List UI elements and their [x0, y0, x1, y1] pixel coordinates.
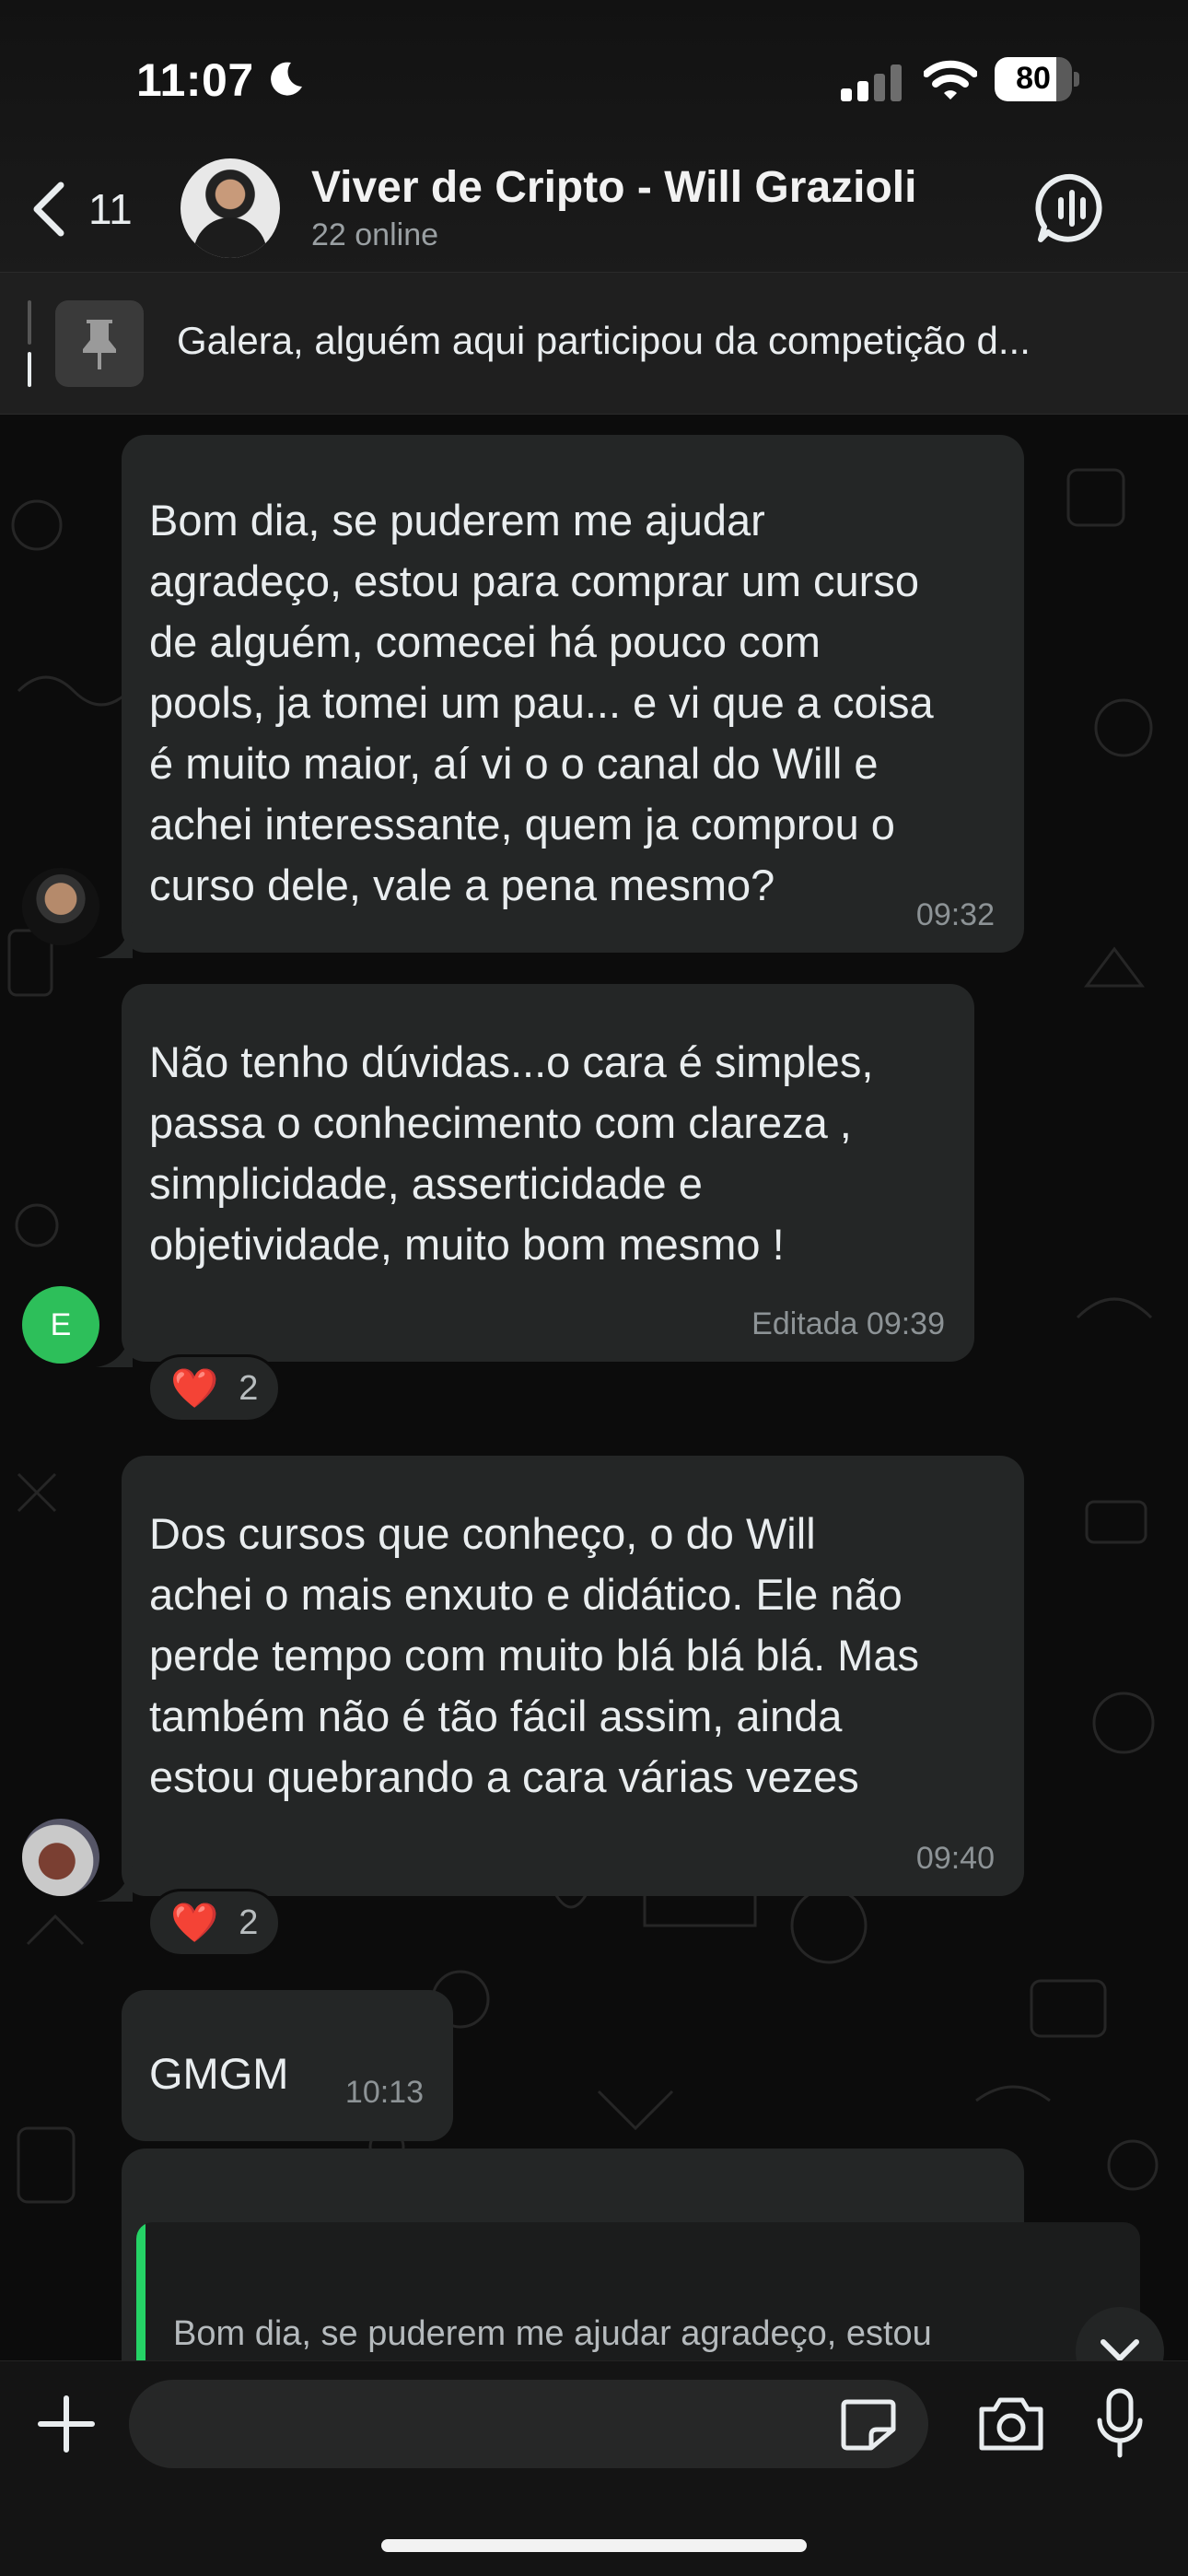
heart-reaction-icon: ❤️: [170, 1365, 219, 1410]
quoted-text: Bom dia, se puderem me ajudar agradeço, …: [173, 2314, 932, 2353]
battery-percent: 80: [1016, 61, 1051, 96]
group-avatar[interactable]: [181, 158, 280, 258]
microphone-icon[interactable]: [1096, 2387, 1144, 2459]
moon-icon: [271, 62, 302, 96]
camera-icon[interactable]: [976, 2395, 1046, 2453]
sender-avatar[interactable]: E: [22, 1286, 99, 1364]
unread-count: 11: [88, 185, 133, 233]
chat-header: 11:07 80 11 Viver de Cripto - Will Grazi…: [0, 0, 1188, 273]
pin-icon: [55, 300, 144, 387]
message-bubble[interactable]: Bom dia, se puderem me ajudar agradeço, …: [122, 435, 1024, 953]
sticker-icon[interactable]: [840, 2398, 897, 2452]
pinned-indicator: [28, 300, 33, 387]
message-time: 10:13: [344, 2075, 424, 2110]
quote-accent-bar: [136, 2222, 146, 2360]
message-bubble[interactable]: GMGM 10:13: [122, 1990, 453, 2141]
status-time: 11:07: [136, 54, 254, 106]
plus-icon[interactable]: [37, 2395, 96, 2453]
group-call-icon[interactable]: [1035, 171, 1109, 245]
message-text: Dos cursos que conheço, o do Will achei …: [149, 1509, 919, 1801]
message-time: 09:32: [915, 897, 995, 932]
bubble-tail: [96, 1330, 133, 1367]
pinned-message-banner[interactable]: Galera, alguém aqui participou da compet…: [0, 273, 1188, 415]
quoted-message[interactable]: Bom dia, se puderem me ajudar agradeço, …: [136, 2222, 1140, 2360]
reaction-count: 2: [239, 1903, 259, 1942]
reaction-count: 2: [239, 1368, 259, 1408]
message-text: Bom dia, se puderem me ajudar agradeço, …: [149, 496, 934, 909]
message-bubble[interactable]: Dos cursos que conheço, o do Will achei …: [122, 1456, 1024, 1896]
chevron-left-icon: [33, 181, 64, 237]
message-input[interactable]: [129, 2380, 928, 2468]
back-button[interactable]: 11: [28, 175, 147, 243]
message-text: GMGM: [149, 2049, 289, 2098]
chat-title[interactable]: Viver de Cripto - Will Grazioli: [311, 162, 916, 213]
message-time: Editada 09:39: [751, 1306, 945, 1341]
reply-message-bubble[interactable]: Bom dia, se puderem me ajudar agradeço, …: [122, 2149, 1140, 2360]
message-text: Não tenho dúvidas...o cara é simples, pa…: [149, 1037, 874, 1269]
reaction-pill[interactable]: ❤️ 2: [147, 1889, 282, 1957]
sender-avatar[interactable]: [22, 868, 99, 945]
sender-avatar[interactable]: [22, 1819, 99, 1896]
battery-icon: 80: [995, 57, 1079, 101]
reaction-pill[interactable]: ❤️ 2: [147, 1354, 282, 1423]
chat-messages[interactable]: Bom dia, se puderem me ajudar agradeço, …: [0, 415, 1188, 2360]
pinned-message-text: Galera, alguém aqui participou da compet…: [177, 319, 1031, 362]
bubble-tail: [96, 1865, 133, 1902]
bubble-tail: [96, 921, 133, 958]
home-indicator[interactable]: [381, 2539, 807, 2552]
heart-reaction-icon: ❤️: [170, 1900, 219, 1944]
cellular-signal-icon: [841, 64, 902, 101]
online-count: 22 online: [311, 217, 439, 252]
message-time: 09:40: [915, 1841, 995, 1876]
message-bubble[interactable]: Não tenho dúvidas...o cara é simples, pa…: [122, 984, 974, 1362]
wifi-icon: [924, 60, 977, 100]
avatar-initial: E: [50, 1306, 72, 1342]
